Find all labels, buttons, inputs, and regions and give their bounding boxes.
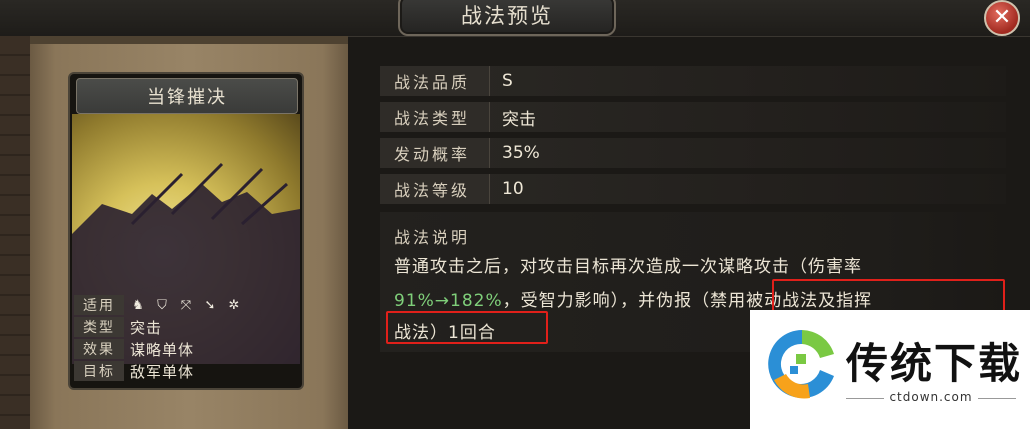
prop-label: 效果	[74, 339, 124, 359]
description-title: 战法说明	[394, 228, 471, 247]
brand-name: 传统下载	[846, 339, 1023, 388]
spear-icon: ➘	[204, 297, 216, 313]
info-value: 35%	[502, 143, 540, 163]
card-name: 当锋摧决	[76, 78, 298, 114]
bow-icon: ⤧	[180, 297, 192, 313]
prop-value: 谋略单体	[130, 340, 195, 359]
unit-type-icons: ♞ ⛉ ⤧ ➘ ✲	[130, 297, 242, 313]
wheel-icon: ✲	[228, 297, 240, 313]
damage-growth-value: 91%→182%	[394, 291, 503, 311]
cavalry-icon: ♞	[132, 297, 144, 313]
prop-label: 类型	[74, 317, 124, 337]
prop-row-applicable: 适用 ♞ ⛉ ⤧ ➘ ✲	[74, 294, 298, 316]
title-bar: 战法预览 ✕	[0, 0, 1030, 37]
info-row-level: 战法等级 10	[380, 174, 1006, 204]
close-icon[interactable]: ✕	[993, 7, 1011, 29]
info-value: 10	[502, 179, 524, 199]
prop-row-target: 目标 敌军单体	[74, 360, 298, 382]
info-value: S	[502, 71, 513, 91]
info-label: 发动概率	[380, 138, 490, 168]
info-row-probability: 发动概率 35%	[380, 138, 1006, 168]
shield-icon: ⛉	[157, 297, 167, 313]
brand-url: ctdown.com	[846, 390, 1016, 404]
prop-row-type: 类型 突击	[74, 316, 298, 338]
window-title: 战法预览	[461, 4, 553, 28]
skill-card: 当锋摧决 适用 ♞ ⛉ ⤧ ➘ ✲ 类型 突击 效果 谋略单体 目标 敌军单体	[68, 72, 304, 390]
info-label: 战法等级	[380, 174, 490, 204]
prop-label: 目标	[74, 361, 124, 381]
prop-value: 突击	[130, 318, 163, 337]
info-row-quality: 战法品质 S	[380, 66, 1006, 96]
watermark: 传统下载 ctdown.com	[750, 310, 1030, 429]
prop-label: 适用	[74, 295, 124, 315]
brand-logo-icon	[768, 330, 834, 399]
prop-row-effect: 效果 谋略单体	[74, 338, 298, 360]
card-properties: 适用 ♞ ⛉ ⤧ ➘ ✲ 类型 突击 效果 谋略单体 目标 敌军单体	[74, 294, 298, 384]
highlight-box-2	[386, 311, 548, 344]
info-label: 战法类型	[380, 102, 490, 132]
title-plate: 战法预览	[398, 0, 616, 36]
description-line-1: 普通攻击之后，对攻击目标再次造成一次谋略攻击（伤害率	[394, 257, 862, 277]
info-label: 战法品质	[380, 66, 490, 96]
info-value: 突击	[502, 109, 536, 130]
brick-border	[0, 36, 30, 429]
prop-value: 敌军单体	[130, 362, 195, 381]
info-row-type: 战法类型 突击	[380, 102, 1006, 132]
close-button[interactable]: ✕	[984, 0, 1020, 36]
